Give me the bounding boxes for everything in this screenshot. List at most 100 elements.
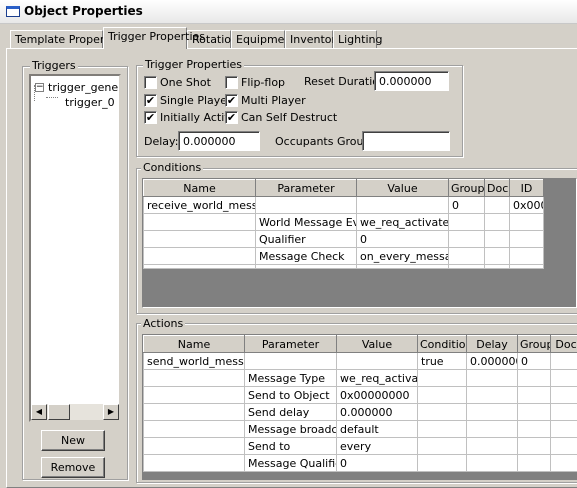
table-row[interactable]: Message Qualifier0: [144, 455, 577, 472]
tab-trigger-properties[interactable]: Trigger Properties: [103, 27, 187, 49]
column-header-delay[interactable]: Delay: [467, 336, 518, 353]
table-row[interactable]: Message Checkon_every_message: [144, 248, 544, 265]
table-cell[interactable]: we_req_activate: [337, 370, 418, 387]
table-cell[interactable]: 0.000000: [337, 404, 418, 421]
table-cell[interactable]: [518, 370, 551, 387]
actions-grid[interactable]: Name Parameter Value Condition Delay Gro…: [142, 334, 577, 480]
table-cell[interactable]: Qualifier: [256, 231, 357, 248]
table-row[interactable]: Send toevery: [144, 438, 577, 455]
one-shot-checkbox[interactable]: [144, 76, 157, 89]
column-header-id[interactable]: ID: [510, 180, 544, 197]
column-header-parameter[interactable]: Parameter: [245, 336, 337, 353]
column-header-name[interactable]: Name: [144, 180, 256, 197]
table-cell[interactable]: [518, 404, 551, 421]
table-cell[interactable]: Send to Object: [245, 387, 337, 404]
remove-button[interactable]: Remove: [41, 457, 105, 478]
reset-duration-field[interactable]: 0.000000: [374, 71, 449, 91]
tab-inventory[interactable]: Inventory: [285, 30, 333, 48]
table-cell[interactable]: [485, 248, 510, 265]
table-cell[interactable]: every: [337, 438, 418, 455]
table-cell[interactable]: we_req_activate: [357, 214, 449, 231]
table-cell[interactable]: [551, 404, 577, 421]
conditions-grid[interactable]: Name Parameter Value Group Doc ID receiv…: [142, 178, 577, 308]
column-header-value[interactable]: Value: [357, 180, 449, 197]
column-header-name[interactable]: Name: [144, 336, 245, 353]
table-cell[interactable]: [449, 248, 485, 265]
table-row[interactable]: Message Typewe_req_activate: [144, 370, 577, 387]
table-cell[interactable]: [418, 421, 467, 438]
table-cell[interactable]: [418, 455, 467, 472]
table-cell[interactable]: Message Check: [256, 248, 357, 265]
table-cell[interactable]: [418, 370, 467, 387]
table-cell[interactable]: default: [337, 421, 418, 438]
single-player-checkbox[interactable]: ✔: [144, 94, 157, 107]
table-cell[interactable]: send_world_message: [144, 353, 245, 370]
table-cell[interactable]: [449, 231, 485, 248]
table-cell[interactable]: [510, 248, 544, 265]
flip-flop-checkbox[interactable]: [225, 76, 238, 89]
table-cell[interactable]: [418, 438, 467, 455]
tree-item-trigger-generic[interactable]: trigger_generic_: [48, 81, 119, 94]
table-cell[interactable]: [245, 353, 337, 370]
table-cell[interactable]: true: [418, 353, 467, 370]
table-cell[interactable]: [467, 455, 518, 472]
scroll-left-icon[interactable]: ◀: [31, 404, 47, 420]
table-cell[interactable]: [467, 421, 518, 438]
table-cell[interactable]: on_every_message: [357, 248, 449, 265]
table-cell[interactable]: 0: [337, 455, 418, 472]
scroll-right-icon[interactable]: ▶: [103, 404, 119, 420]
title-bar[interactable]: Object Properties: [0, 0, 577, 24]
table-cell[interactable]: Message Type: [245, 370, 337, 387]
table-cell[interactable]: [144, 387, 245, 404]
table-cell[interactable]: [467, 438, 518, 455]
table-row[interactable]: World Message Eventwe_req_activate: [144, 214, 544, 231]
table-cell[interactable]: [144, 421, 245, 438]
table-cell[interactable]: [551, 455, 577, 472]
column-header-group[interactable]: Group: [518, 336, 551, 353]
table-cell[interactable]: [485, 197, 510, 214]
table-cell[interactable]: [551, 421, 577, 438]
column-header-group[interactable]: Group: [449, 180, 485, 197]
table-row[interactable]: Send delay0.000000: [144, 404, 577, 421]
table-cell[interactable]: [551, 353, 577, 370]
table-cell[interactable]: [518, 387, 551, 404]
table-cell[interactable]: [551, 370, 577, 387]
scroll-thumb[interactable]: [48, 404, 70, 420]
table-cell[interactable]: 0: [449, 197, 485, 214]
column-header-doc[interactable]: Doc: [551, 336, 577, 353]
table-cell[interactable]: receive_world_message: [144, 197, 256, 214]
table-row[interactable]: Qualifier0: [144, 231, 544, 248]
table-cell[interactable]: [551, 387, 577, 404]
table-cell[interactable]: Send to: [245, 438, 337, 455]
table-row[interactable]: [144, 265, 544, 269]
table-cell[interactable]: [144, 214, 256, 231]
table-cell[interactable]: [485, 231, 510, 248]
table-cell[interactable]: [485, 214, 510, 231]
table-cell[interactable]: [449, 214, 485, 231]
triggers-tree[interactable]: − trigger_generic_ trigger_0: [29, 74, 121, 422]
table-cell[interactable]: [518, 438, 551, 455]
table-cell[interactable]: [510, 231, 544, 248]
multi-player-checkbox[interactable]: ✔: [225, 94, 238, 107]
initially-active-checkbox[interactable]: ✔: [144, 111, 157, 124]
table-cell[interactable]: 0.000000: [467, 353, 518, 370]
occupants-group-field[interactable]: [362, 131, 450, 151]
table-cell[interactable]: [518, 455, 551, 472]
table-cell[interactable]: [467, 404, 518, 421]
table-row[interactable]: Send to Object0x00000000: [144, 387, 577, 404]
table-cell[interactable]: 0x00000000: [337, 387, 418, 404]
table-cell[interactable]: [518, 421, 551, 438]
table-cell[interactable]: [144, 248, 256, 265]
triggers-horizontal-scrollbar[interactable]: ◀ ▶: [31, 404, 119, 420]
table-cell[interactable]: [467, 387, 518, 404]
column-header-value[interactable]: Value: [337, 336, 418, 353]
tree-item-trigger-0[interactable]: trigger_0: [65, 96, 115, 109]
delay-field[interactable]: 0.000000: [178, 131, 260, 151]
can-self-destruct-checkbox[interactable]: ✔: [225, 111, 238, 124]
new-button[interactable]: New: [41, 430, 105, 451]
table-cell[interactable]: [144, 455, 245, 472]
collapse-icon[interactable]: −: [35, 83, 44, 92]
table-cell[interactable]: [467, 370, 518, 387]
column-header-condition[interactable]: Condition: [418, 336, 467, 353]
table-cell[interactable]: [144, 438, 245, 455]
